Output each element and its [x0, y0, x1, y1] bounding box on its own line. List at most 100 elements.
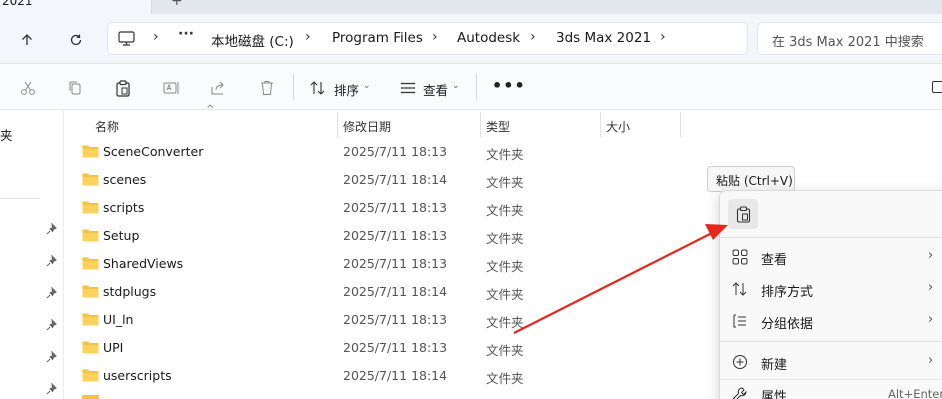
- breadcrumb-program-files[interactable]: Program Files: [332, 30, 423, 46]
- menu-item-label: 属性: [761, 390, 788, 399]
- new-tab-icon[interactable]: +: [171, 0, 183, 9]
- share-icon[interactable]: [207, 77, 229, 99]
- up-arrow-icon[interactable]: [16, 29, 38, 51]
- paste-icon[interactable]: [112, 77, 134, 99]
- partial-row-type: [486, 394, 516, 399]
- column-divider[interactable]: [680, 112, 681, 138]
- view-label[interactable]: 查看: [423, 80, 448, 99]
- menu-item-label: 分组依据: [761, 317, 814, 332]
- column-type[interactable]: 类型: [486, 118, 510, 135]
- chevron-down-icon[interactable]: ⌄: [363, 81, 371, 91]
- menu-item-new[interactable]: 新建 ›: [720, 346, 942, 378]
- file-name: scripts: [103, 200, 145, 215]
- details-pane-icon[interactable]: [932, 81, 942, 93]
- pin-icon[interactable]: [46, 255, 58, 267]
- breadcrumb-3dsmax[interactable]: 3ds Max 2021: [556, 30, 651, 46]
- pin-icon[interactable]: [46, 319, 58, 331]
- pin-icon[interactable]: [46, 383, 58, 395]
- file-row[interactable]: SceneConverter 2025/7/11 18:13 文件夹: [65, 138, 705, 166]
- pin-icon[interactable]: [46, 223, 58, 235]
- menu-item-sort[interactable]: 排序方式 ›: [720, 273, 942, 305]
- tab-title: 2021: [2, 0, 33, 8]
- file-row[interactable]: scripts 2025/7/11 18:13 文件夹: [65, 194, 705, 222]
- file-row[interactable]: scenes 2025/7/11 18:14 文件夹: [65, 166, 705, 194]
- toolbar-divider: [293, 74, 294, 100]
- more-breadcrumbs-icon[interactable]: ···: [178, 26, 194, 42]
- menu-item-group[interactable]: 分组依据 ›: [720, 305, 942, 337]
- refresh-icon[interactable]: [65, 29, 87, 51]
- chevron-right-icon[interactable]: ›: [530, 29, 536, 45]
- file-date: 2025/7/11 18:14: [343, 172, 448, 187]
- file-row[interactable]: stdplugs 2025/7/11 18:14 文件夹: [65, 278, 705, 306]
- tab-current[interactable]: 2021: [0, 0, 152, 14]
- pin-icon[interactable]: [46, 287, 58, 299]
- group-icon: [733, 314, 746, 328]
- cut-icon[interactable]: [17, 77, 39, 99]
- column-divider[interactable]: [337, 112, 338, 138]
- chevron-right-icon[interactable]: ›: [432, 29, 438, 45]
- file-row[interactable]: UPI 2025/7/11 18:13 文件夹: [65, 334, 705, 362]
- column-size[interactable]: 大小: [606, 118, 630, 135]
- folder-icon: [82, 341, 99, 354]
- paste-icon: [736, 205, 750, 223]
- chevron-right-icon: ›: [928, 353, 934, 368]
- sort-ascending-icon: ^: [206, 104, 215, 115]
- properties-wrench-icon: [732, 387, 747, 399]
- file-row[interactable]: SharedViews 2025/7/11 18:13 文件夹: [65, 250, 705, 278]
- folder-icon: [82, 145, 99, 158]
- sort-icon[interactable]: [307, 77, 329, 99]
- delete-icon[interactable]: [256, 77, 278, 99]
- chevron-right-icon[interactable]: ›: [660, 29, 666, 45]
- new-plus-icon: [733, 355, 747, 369]
- chevron-right-icon[interactable]: ›: [305, 29, 311, 45]
- computer-icon[interactable]: [118, 31, 135, 49]
- menu-item-properties[interactable]: 属性 Alt+Enter: [720, 378, 942, 399]
- file-name: UPI: [103, 340, 124, 355]
- file-row[interactable]: Setup 2025/7/11 18:13 文件夹: [65, 222, 705, 250]
- view-icon[interactable]: [397, 77, 419, 99]
- file-date: 2025/7/11 18:13: [343, 228, 448, 243]
- address-bar[interactable]: › ··· 本地磁盘 (C:) › Program Files › Autode…: [107, 22, 748, 55]
- column-date[interactable]: 修改日期: [343, 118, 391, 135]
- file-type: 文件夹: [486, 287, 524, 302]
- file-row[interactable]: userscripts 2025/7/11 18:14 文件夹: [65, 362, 705, 390]
- column-name[interactable]: 名称: [95, 118, 119, 135]
- column-divider[interactable]: [600, 112, 601, 138]
- column-divider[interactable]: [480, 112, 481, 138]
- folder-icon: [82, 257, 99, 270]
- file-type: 文件夹: [486, 259, 524, 274]
- breadcrumb-autodesk[interactable]: Autodesk: [457, 30, 520, 46]
- breadcrumb-drive[interactable]: 本地磁盘 (C:): [211, 30, 294, 50]
- context-paste-button[interactable]: [728, 199, 758, 229]
- folder-icon: [82, 313, 99, 326]
- search-input[interactable]: 在 3ds Max 2021 中搜索: [757, 22, 942, 55]
- more-options-icon[interactable]: •••: [492, 76, 526, 95]
- sort-label[interactable]: 排序: [334, 80, 359, 99]
- navigation-pane: 夹: [0, 110, 64, 399]
- nav-divider: [0, 198, 40, 199]
- partial-row-folder-icon: [82, 395, 99, 399]
- paste-tooltip: 粘贴 (Ctrl+V): [707, 166, 795, 192]
- menu-item-label: 查看: [761, 253, 788, 268]
- copy-icon[interactable]: [64, 77, 86, 99]
- nav-item-label[interactable]: 夹: [0, 125, 13, 144]
- file-date: 2025/7/11 18:13: [343, 256, 448, 271]
- menu-divider: [720, 341, 942, 342]
- file-name: Setup: [103, 228, 140, 243]
- file-name: stdplugs: [103, 284, 157, 299]
- chevron-right-icon[interactable]: ›: [153, 29, 159, 45]
- file-type: 文件夹: [486, 371, 524, 386]
- file-date: 2025/7/11 18:13: [343, 340, 448, 355]
- menu-divider: [720, 237, 942, 238]
- rename-icon[interactable]: [160, 77, 182, 99]
- folder-icon: [82, 229, 99, 242]
- file-type: 文件夹: [486, 231, 524, 246]
- file-name: UI_ln: [103, 312, 134, 327]
- pin-icon[interactable]: [46, 351, 58, 363]
- file-type: 文件夹: [486, 203, 524, 218]
- chevron-right-icon: ›: [928, 280, 934, 295]
- command-bar: 排序 ⌄ 查看 ⌄ •••: [0, 64, 942, 110]
- file-row[interactable]: UI_ln 2025/7/11 18:13 文件夹: [65, 306, 705, 334]
- chevron-down-icon[interactable]: ⌄: [452, 81, 460, 91]
- menu-item-view[interactable]: 查看 ›: [720, 241, 942, 273]
